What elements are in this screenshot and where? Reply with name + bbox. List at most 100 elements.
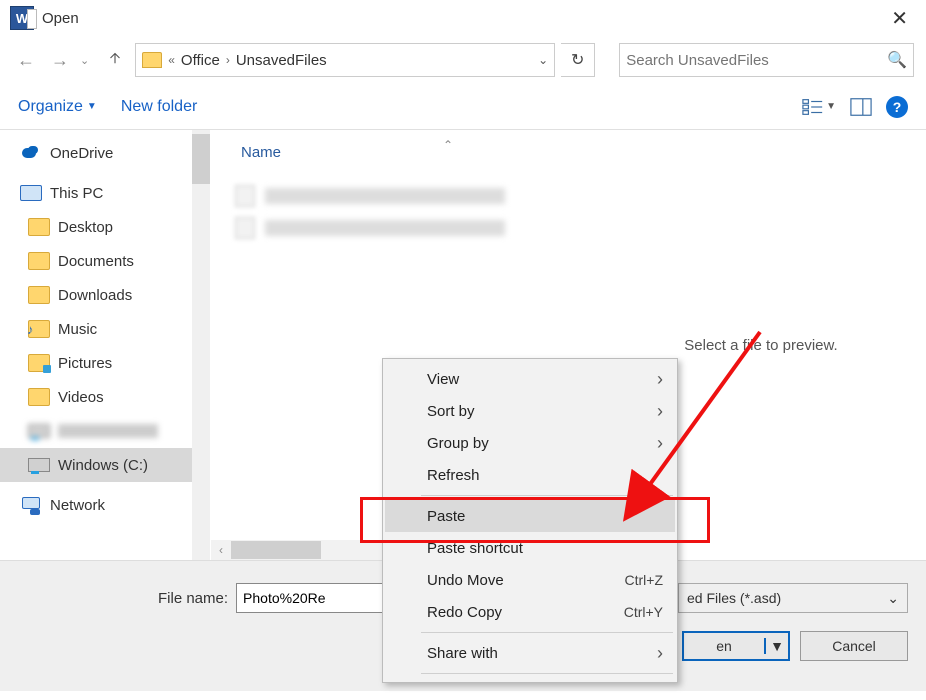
column-header-name[interactable]: Name: [241, 144, 281, 161]
back-button[interactable]: ←: [12, 46, 40, 74]
cancel-button[interactable]: Cancel: [800, 631, 908, 661]
scroll-thumb[interactable]: [231, 541, 321, 559]
search-box[interactable]: 🔍: [619, 43, 914, 77]
onedrive-icon: [20, 144, 42, 162]
breadcrumb-part[interactable]: UnsavedFiles: [236, 52, 327, 69]
new-folder-button[interactable]: New folder: [121, 98, 197, 116]
sidebar-item-music[interactable]: ♪Music: [0, 312, 210, 346]
address-bar[interactable]: « Office › UnsavedFiles ⌄: [135, 43, 555, 77]
ctx-share-with[interactable]: Share with ›: [385, 637, 675, 669]
navigation-tree: OneDrive This PC Desktop Documents Downl…: [0, 130, 210, 560]
help-button[interactable]: ?: [886, 96, 908, 118]
toolbar: Organize ▼ New folder ▼ ?: [0, 84, 926, 130]
folder-icon: [28, 354, 50, 372]
ctx-paste-shortcut[interactable]: Paste shortcut: [385, 532, 675, 564]
breadcrumb-part[interactable]: Office: [181, 52, 220, 69]
ctx-label: View: [427, 371, 459, 388]
sidebar-item-label: Documents: [58, 253, 134, 270]
sidebar-item-desktop[interactable]: Desktop: [0, 210, 210, 244]
refresh-button[interactable]: ↻: [561, 43, 595, 77]
file-row[interactable]: [235, 180, 505, 212]
scroll-left-icon[interactable]: ‹: [211, 543, 231, 557]
view-options-button[interactable]: ▼: [802, 97, 836, 117]
chevron-down-icon: ▼: [826, 101, 836, 112]
submenu-arrow-icon: ›: [657, 369, 663, 390]
ctx-label: Refresh: [427, 467, 480, 484]
submenu-arrow-icon: ›: [657, 433, 663, 454]
open-button-dropdown[interactable]: ▼: [766, 638, 788, 654]
nav-row: ← → ⌄ « Office › UnsavedFiles ⌄ ↻ 🔍: [0, 36, 926, 84]
sidebar-item-label: Pictures: [58, 355, 112, 372]
folder-icon: [142, 52, 162, 68]
close-button[interactable]: ✕: [883, 2, 916, 35]
sidebar-item-network[interactable]: Network: [0, 488, 210, 522]
ctx-label: Undo Move: [427, 572, 504, 589]
file-type-filter[interactable]: ed Files (*.asd) ⌄: [678, 583, 908, 613]
open-button-main[interactable]: en: [684, 638, 766, 654]
folder-icon: [28, 252, 50, 270]
sidebar-item-label: Videos: [58, 389, 104, 406]
sidebar-item-documents[interactable]: Documents: [0, 244, 210, 278]
submenu-arrow-icon: ›: [657, 401, 663, 422]
sidebar-item-windows-c[interactable]: Windows (C:): [0, 448, 210, 482]
ctx-shortcut: Ctrl+Z: [625, 572, 664, 588]
sort-indicator-icon: ⌃: [443, 138, 453, 152]
organize-menu[interactable]: Organize ▼: [18, 98, 97, 116]
ctx-separator: [421, 632, 673, 633]
window-title: Open: [42, 10, 79, 27]
organize-label: Organize: [18, 98, 83, 116]
search-input[interactable]: [626, 52, 887, 69]
ctx-paste[interactable]: Paste: [385, 500, 675, 532]
sidebar-item-obscured[interactable]: [0, 414, 210, 448]
ctx-shortcut: Ctrl+Y: [624, 604, 663, 620]
ctx-refresh[interactable]: Refresh: [385, 459, 675, 491]
sidebar-item-videos[interactable]: Videos: [0, 380, 210, 414]
word-app-icon: W: [10, 6, 34, 30]
folder-icon: [28, 218, 50, 236]
ctx-view[interactable]: View ›: [385, 363, 675, 395]
ctx-group-by[interactable]: Group by›: [385, 427, 675, 459]
sidebar-item-label: Windows (C:): [58, 457, 148, 474]
filter-label: ed Files (*.asd): [687, 590, 781, 606]
chevron-down-icon: ▼: [87, 101, 97, 112]
forward-button[interactable]: →: [46, 46, 74, 74]
sidebar-item-label: [58, 424, 158, 438]
preview-pane-button[interactable]: [850, 97, 872, 117]
ctx-sort-by[interactable]: Sort by ›: [385, 395, 675, 427]
open-button[interactable]: en ▼: [682, 631, 790, 661]
drive-icon: [28, 458, 50, 472]
sidebar-item-onedrive[interactable]: OneDrive: [0, 136, 210, 170]
recent-dropdown[interactable]: ⌄: [80, 54, 89, 67]
submenu-arrow-icon: ›: [657, 643, 663, 664]
sidebar-item-this-pc[interactable]: This PC: [0, 176, 210, 210]
chevron-right-icon: ›: [226, 53, 230, 67]
sidebar-item-label: Desktop: [58, 219, 113, 236]
context-menu: View › Sort by › Group by› Refresh Paste P…: [382, 358, 678, 683]
sidebar-item-downloads[interactable]: Downloads: [0, 278, 210, 312]
address-dropdown-icon[interactable]: ⌄: [538, 53, 548, 67]
ctx-label: Paste shortcut: [427, 540, 523, 557]
up-button[interactable]: [101, 46, 129, 74]
folder-icon: [28, 286, 50, 304]
search-icon[interactable]: 🔍: [887, 50, 907, 70]
ctx-separator: [421, 673, 673, 674]
sidebar-item-label: Downloads: [58, 287, 132, 304]
file-name-obscured: [265, 188, 505, 204]
file-row[interactable]: [235, 212, 505, 244]
sidebar-item-label: Network: [50, 497, 105, 514]
filename-label: File name:: [158, 590, 228, 607]
sidebar-scrollbar[interactable]: [192, 130, 210, 560]
drive-icon: [28, 424, 50, 438]
sidebar-item-pictures[interactable]: Pictures: [0, 346, 210, 380]
title-bar: W Open ✕: [0, 0, 926, 36]
ctx-label: Share with: [427, 645, 498, 662]
ctx-redo-copy[interactable]: Redo CopyCtrl+Y: [385, 596, 675, 628]
preview-message: Select a file to preview.: [684, 337, 837, 354]
folder-icon: [28, 388, 50, 406]
chevron-left-icon: «: [168, 53, 175, 67]
ctx-undo-move[interactable]: Undo Move Ctrl+Z: [385, 564, 675, 596]
ctx-label: Sort by: [427, 403, 475, 420]
file-name-obscured: [265, 220, 505, 236]
sidebar-item-label: This PC: [50, 185, 103, 202]
chevron-down-icon: ⌄: [887, 590, 899, 607]
